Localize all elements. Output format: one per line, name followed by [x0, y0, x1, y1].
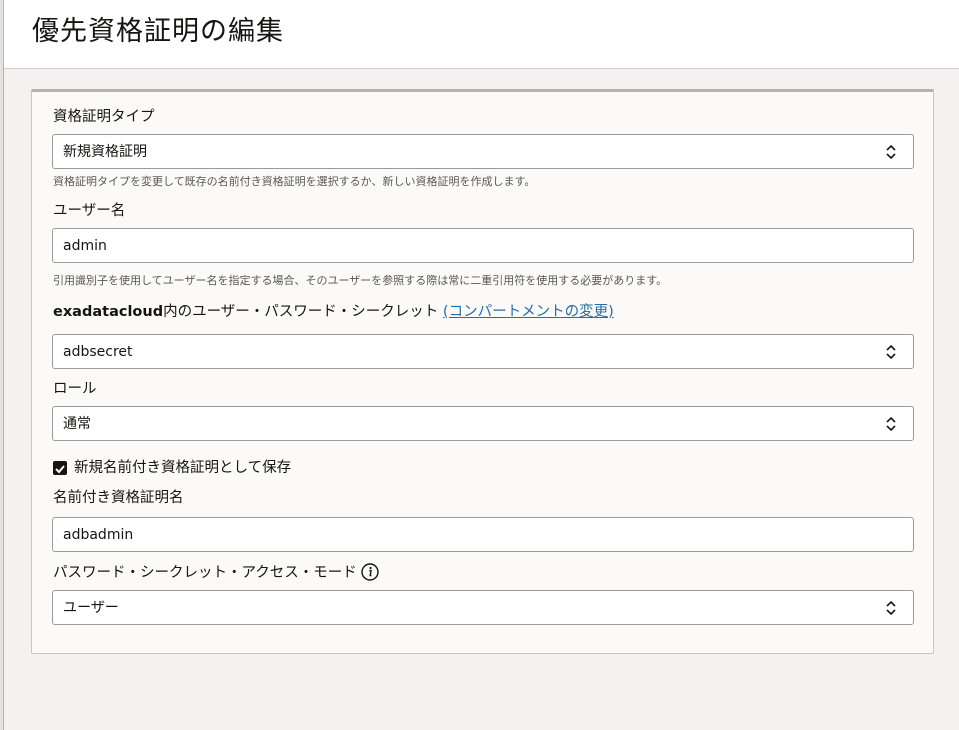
access-mode-label-text: パスワード・シークレット・アクセス・モード: [53, 565, 357, 581]
username-input[interactable]: admin: [52, 228, 914, 263]
up-down-chevron-icon: [886, 600, 896, 616]
checkmark-icon: [55, 465, 65, 474]
credential-type-value: 新規資格証明: [63, 144, 147, 160]
role-label: ロール: [53, 381, 97, 397]
access-mode-select[interactable]: ユーザー: [52, 590, 914, 625]
named-credential-label: 名前付き資格証明名: [53, 490, 184, 506]
username-help: 引用識別子を使用してユーザー名を指定する場合、そのユーザーを参照する際は常に二重…: [53, 274, 668, 287]
page-header: 優先資格証明の編集: [4, 0, 959, 69]
username-value: admin: [63, 238, 107, 254]
info-icon[interactable]: [361, 562, 379, 581]
secret-label-text: 内のユーザー・パスワード・シークレット: [163, 304, 439, 320]
named-credential-value: adbadmin: [63, 527, 134, 543]
secret-select[interactable]: adbsecret: [52, 334, 914, 369]
role-value: 通常: [63, 416, 91, 432]
credential-type-help: 資格証明タイプを変更して既存の名前付き資格証明を選択するか、新しい資格証明を作成…: [53, 175, 536, 188]
named-credential-input[interactable]: adbadmin: [52, 517, 914, 552]
username-label: ユーザー名: [53, 203, 126, 219]
save-named-credential-checkbox[interactable]: [53, 461, 67, 475]
access-mode-value: ユーザー: [63, 600, 119, 616]
secret-label: exadatacloud内のユーザー・パスワード・シークレット (コンパートメン…: [53, 302, 614, 322]
up-down-chevron-icon: [886, 144, 896, 160]
up-down-chevron-icon: [886, 344, 896, 360]
change-compartment-link[interactable]: (コンパートメントの変更): [443, 304, 614, 320]
compartment-name: exadatacloud: [53, 304, 164, 320]
role-select[interactable]: 通常: [52, 406, 914, 441]
up-down-chevron-icon: [886, 416, 896, 432]
window-edge: [0, 0, 4, 730]
save-named-credential-label[interactable]: 新規名前付き資格証明として保存: [74, 458, 291, 478]
secret-value: adbsecret: [63, 344, 133, 360]
credential-type-select[interactable]: 新規資格証明: [52, 134, 914, 169]
credential-form-panel: 資格証明タイプ 新規資格証明 資格証明タイプを変更して既存の名前付き資格証明を選…: [31, 89, 934, 654]
access-mode-label: パスワード・シークレット・アクセス・モード: [53, 562, 379, 583]
credential-type-label: 資格証明タイプ: [53, 109, 155, 125]
page-title: 優先資格証明の編集: [32, 16, 284, 47]
